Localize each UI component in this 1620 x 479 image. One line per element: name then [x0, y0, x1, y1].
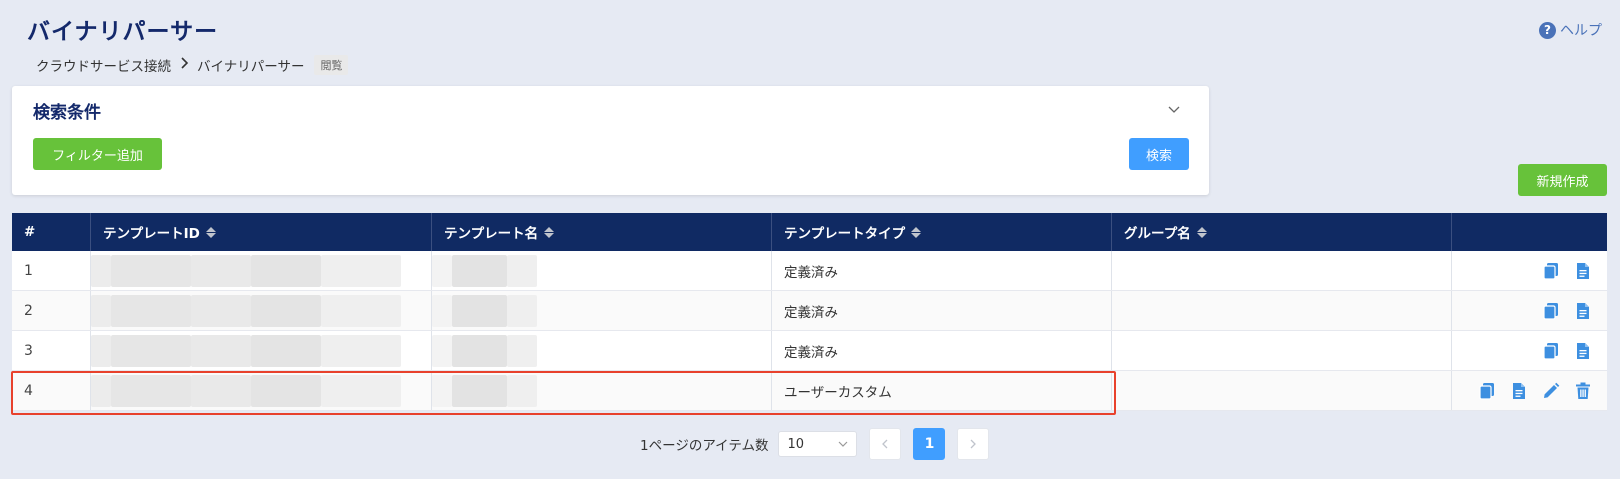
- template-id-cell[interactable]: [91, 291, 432, 330]
- chevron-down-icon[interactable]: [1167, 102, 1181, 116]
- help-link[interactable]: ? ヘルプ: [1539, 20, 1602, 40]
- template-name-cell[interactable]: [432, 371, 772, 410]
- template-name-cell[interactable]: [432, 291, 772, 330]
- row-index: 3: [12, 331, 91, 370]
- document-icon[interactable]: [1573, 301, 1593, 321]
- table-body: 1 定義済み 2 定義済み 3 定義済み 4 ユーザーカスタム: [12, 251, 1607, 411]
- chevron-right-icon: [971, 439, 977, 449]
- document-icon[interactable]: [1509, 381, 1529, 401]
- redacted-value: [432, 371, 771, 410]
- redacted-value: [91, 251, 431, 290]
- row-index: 2: [12, 291, 91, 330]
- column-header-template-name[interactable]: テンプレート名: [432, 213, 772, 251]
- column-header-group-name[interactable]: グループ名: [1112, 213, 1452, 251]
- pagination: 1ページのアイテム数 10 1: [640, 428, 990, 460]
- search-panel: 検索条件 フィルター追加 検索: [12, 86, 1209, 195]
- group-name-cell: [1112, 371, 1452, 410]
- row-index: 4: [12, 371, 91, 410]
- group-name-cell: [1112, 331, 1452, 370]
- pencil-icon[interactable]: [1541, 381, 1561, 401]
- table-row: 1 定義済み: [12, 251, 1607, 291]
- copy-icon[interactable]: [1541, 301, 1561, 321]
- search-title: 検索条件: [33, 103, 101, 123]
- template-id-cell[interactable]: [91, 371, 432, 410]
- breadcrumb-item-cloud[interactable]: クラウドサービス接続: [36, 55, 171, 75]
- table-header: # テンプレートID テンプレート名 テンプレートタイプ グループ名: [12, 213, 1607, 251]
- template-table: # テンプレートID テンプレート名 テンプレートタイプ グループ名 1 定義済…: [12, 213, 1607, 411]
- copy-icon[interactable]: [1477, 381, 1497, 401]
- column-header-actions: [1452, 213, 1607, 251]
- template-type-cell: 定義済み: [772, 291, 1112, 330]
- items-per-page-label: 1ページのアイテム数: [640, 438, 769, 454]
- breadcrumb: クラウドサービス接続 バイナリパーサー 閲覧: [36, 55, 349, 75]
- trash-icon[interactable]: [1573, 381, 1593, 401]
- column-header-index: #: [12, 213, 91, 251]
- row-actions: [1452, 251, 1607, 290]
- chevron-down-icon: [839, 441, 848, 447]
- template-type-cell: ユーザーカスタム: [772, 371, 1112, 410]
- redacted-value: [91, 371, 431, 410]
- column-header-template-id[interactable]: テンプレートID: [91, 213, 432, 251]
- template-name-cell[interactable]: [432, 331, 772, 370]
- sort-icon[interactable]: [911, 226, 922, 238]
- row-actions: [1452, 291, 1607, 330]
- prev-page-button[interactable]: [869, 428, 902, 460]
- redacted-value: [432, 251, 771, 290]
- redacted-value: [432, 331, 771, 370]
- sort-icon[interactable]: [1196, 226, 1207, 238]
- help-label: ヘルプ: [1560, 23, 1602, 39]
- column-header-template-type[interactable]: テンプレートタイプ: [772, 213, 1112, 251]
- redacted-value: [432, 291, 771, 330]
- search-button[interactable]: 検索: [1129, 138, 1189, 170]
- copy-icon[interactable]: [1541, 261, 1561, 281]
- page-title: バイナリパーサー: [27, 19, 219, 45]
- template-name-cell[interactable]: [432, 251, 772, 290]
- document-icon[interactable]: [1573, 341, 1593, 361]
- template-id-cell[interactable]: [91, 251, 432, 290]
- table-row: 2 定義済み: [12, 291, 1607, 331]
- chevron-left-icon: [882, 439, 888, 449]
- question-circle-icon: ?: [1539, 21, 1556, 39]
- template-id-cell[interactable]: [91, 331, 432, 370]
- view-mode-badge: 閲覧: [314, 55, 349, 75]
- group-name-cell: [1112, 251, 1452, 290]
- page-size-value: 10: [787, 436, 805, 452]
- row-index: 1: [12, 251, 91, 290]
- group-name-cell: [1112, 291, 1452, 330]
- template-type-cell: 定義済み: [772, 331, 1112, 370]
- add-filter-button[interactable]: フィルター追加: [33, 138, 162, 170]
- redacted-value: [91, 331, 431, 370]
- document-icon[interactable]: [1573, 261, 1593, 281]
- table-row: 4 ユーザーカスタム: [12, 371, 1607, 411]
- next-page-button[interactable]: [957, 428, 990, 460]
- create-new-button[interactable]: 新規作成: [1518, 164, 1607, 196]
- template-type-cell: 定義済み: [772, 251, 1112, 290]
- sort-icon[interactable]: [205, 226, 216, 238]
- row-actions: [1452, 331, 1607, 370]
- copy-icon[interactable]: [1541, 341, 1561, 361]
- chevron-right-icon: [179, 57, 189, 73]
- row-actions: [1452, 371, 1607, 410]
- redacted-value: [91, 291, 431, 330]
- table-row: 3 定義済み: [12, 331, 1607, 371]
- breadcrumb-item-parser: バイナリパーサー: [197, 59, 305, 75]
- sort-icon[interactable]: [544, 226, 555, 238]
- page-button-current[interactable]: 1: [913, 428, 946, 460]
- page-size-select[interactable]: 10: [778, 431, 858, 457]
